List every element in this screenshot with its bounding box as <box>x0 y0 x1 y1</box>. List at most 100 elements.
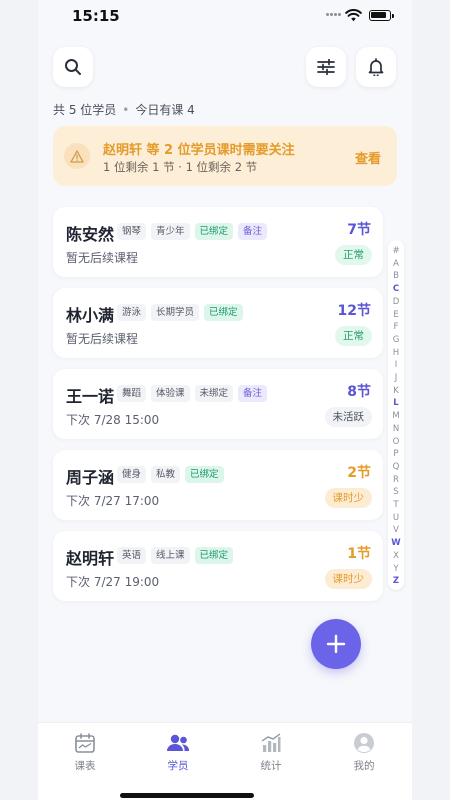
search-button[interactable] <box>53 47 93 87</box>
profile-icon <box>354 733 374 753</box>
search-icon <box>65 59 81 75</box>
student-tag: 舞蹈 <box>117 384 147 402</box>
student-name: 王一诺 <box>66 387 115 406</box>
index-letter[interactable]: P <box>388 448 404 461</box>
student-card[interactable]: 王一诺 舞蹈 体验课 未绑定 备注下次 7/28 15:00 8节未活跃 <box>53 369 383 439</box>
student-tag: 私教 <box>151 465 181 483</box>
index-letter[interactable]: T <box>388 499 404 512</box>
status-badge: 课时少 <box>324 488 372 508</box>
view-button[interactable]: 查看 <box>355 148 381 167</box>
index-letter[interactable]: J <box>388 372 404 385</box>
index-letter[interactable]: V <box>388 524 404 537</box>
tab-schedule-label: 课表 <box>74 760 96 772</box>
index-letter[interactable]: G <box>388 334 404 347</box>
notification-button[interactable] <box>356 47 396 87</box>
index-letter[interactable]: F <box>388 321 404 334</box>
student-card[interactable]: 周子涵 健身 私教 已绑定下次 7/27 17:00 2节课时少 <box>53 450 383 520</box>
chart-icon <box>261 733 281 752</box>
status-badge: 未活跃 <box>324 407 372 427</box>
tab-statistics[interactable]: 统计 <box>241 731 301 773</box>
tab-statistics-label: 统计 <box>260 760 282 772</box>
next-lesson: 下次 7/27 17:00 <box>66 494 160 508</box>
index-letter[interactable]: K <box>388 385 404 398</box>
filter-button[interactable] <box>306 47 346 87</box>
attention-title: 赵明轩 等 2 位学员课时需要关注 <box>103 143 295 158</box>
student-tag: 未绑定 <box>194 384 234 402</box>
home-indicator <box>120 793 254 798</box>
index-letter[interactable]: B <box>388 270 404 283</box>
signal-icon <box>326 13 342 19</box>
calendar-icon <box>75 733 95 753</box>
index-letter[interactable]: # <box>388 245 404 258</box>
student-tag: 英语 <box>117 546 147 564</box>
student-tag: 体验课 <box>151 384 190 402</box>
index-letter[interactable]: U <box>388 512 404 525</box>
student-tags: 健身 私教 已绑定 <box>117 464 229 484</box>
index-letter[interactable]: M <box>388 410 404 423</box>
index-letter[interactable]: D <box>388 296 404 309</box>
index-letter[interactable]: Q <box>388 461 404 474</box>
tab-schedule[interactable]: 课表 <box>55 731 115 773</box>
student-tag: 健身 <box>117 465 147 483</box>
student-card[interactable]: 陈安然 钢琴 青少年 已绑定 备注 暂无后续课程 7节 正常 <box>53 207 383 277</box>
next-lesson: 下次 7/27 19:00 <box>66 575 160 589</box>
student-tag: 已绑定 <box>194 222 234 240</box>
index-letter[interactable]: L <box>388 397 404 410</box>
remaining-lessons: 7节 <box>347 222 371 238</box>
index-letter[interactable]: W <box>388 537 404 550</box>
index-letter[interactable]: N <box>388 423 404 436</box>
student-card[interactable]: 赵明轩 英语 线上课 已绑定下次 7/27 19:00 1节课时少 <box>53 531 383 601</box>
remaining-lessons: 2节 <box>347 465 371 481</box>
remaining-lessons: 12节 <box>337 303 371 319</box>
tab-bar: 课表 学员 统计 我的 <box>38 722 412 800</box>
student-tag: 青少年 <box>151 222 190 240</box>
alphabet-index[interactable]: # A B C D E F G H I J K L M N O P Q R S T U V W X Y Z <box>388 240 404 590</box>
student-tag: 已绑定 <box>194 546 234 564</box>
student-card[interactable]: 林小满 游泳 长期学员 已绑定 暂无后续课程 12节 正常 <box>53 288 383 358</box>
student-tag: 长期学员 <box>151 303 200 321</box>
people-icon <box>167 734 190 751</box>
remaining-lessons: 1节 <box>347 546 371 562</box>
student-tag: 已绑定 <box>204 303 243 321</box>
student-tags: 舞蹈 体验课 未绑定 备注 <box>117 383 272 403</box>
student-tag: 游泳 <box>117 303 147 321</box>
student-name: 赵明轩 <box>66 549 115 568</box>
warning-icon <box>64 143 90 169</box>
add-student-button[interactable] <box>311 619 361 669</box>
status-badge: 正常 <box>335 326 372 346</box>
status-badge: 正常 <box>335 245 372 265</box>
index-letter[interactable]: E <box>388 309 404 322</box>
next-lesson: 下次 7/28 15:00 <box>66 413 160 427</box>
student-count: 共 5 位学员 <box>53 103 117 117</box>
status-badge: 课时少 <box>324 569 372 589</box>
student-tag: 线上课 <box>151 546 190 564</box>
index-letter[interactable]: X <box>388 550 404 563</box>
index-letter[interactable]: S <box>388 486 404 499</box>
status-bar: 15:15 <box>38 0 412 34</box>
student-tag: 已绑定 <box>185 465 224 483</box>
student-tags: 游泳 长期学员 已绑定 <box>117 302 248 322</box>
index-letter[interactable]: Z <box>388 575 404 588</box>
index-letter[interactable]: C <box>388 283 404 296</box>
tab-profile[interactable]: 我的 <box>334 731 394 773</box>
tab-students[interactable]: 学员 <box>148 731 208 773</box>
student-name: 周子涵 <box>66 468 115 487</box>
student-tag: 备注 <box>238 222 268 240</box>
attention-subtitle: 1 位剩余 1 节 · 1 位剩余 2 节 <box>103 160 258 174</box>
remaining-lessons: 8节 <box>347 384 371 400</box>
status-time: 15:15 <box>72 7 120 25</box>
index-letter[interactable]: O <box>388 436 404 449</box>
index-letter[interactable]: R <box>388 474 404 487</box>
today-lessons-count: 今日有课 4 <box>135 103 195 117</box>
index-letter[interactable]: A <box>388 258 404 271</box>
student-tag: 钢琴 <box>117 222 147 240</box>
student-tag: 备注 <box>238 384 268 402</box>
student-tags: 钢琴 青少年 已绑定 备注 <box>117 221 272 241</box>
index-letter[interactable]: Y <box>388 563 404 576</box>
index-letter[interactable]: I <box>388 359 404 372</box>
student-name: 陈安然 <box>66 225 115 244</box>
student-name: 林小满 <box>66 306 115 325</box>
attention-banner[interactable]: 赵明轩 等 2 位学员课时需要关注 1 位剩余 1 节 · 1 位剩余 2 节 … <box>53 126 397 186</box>
tab-profile-label: 我的 <box>353 760 375 772</box>
index-letter[interactable]: H <box>388 347 404 360</box>
